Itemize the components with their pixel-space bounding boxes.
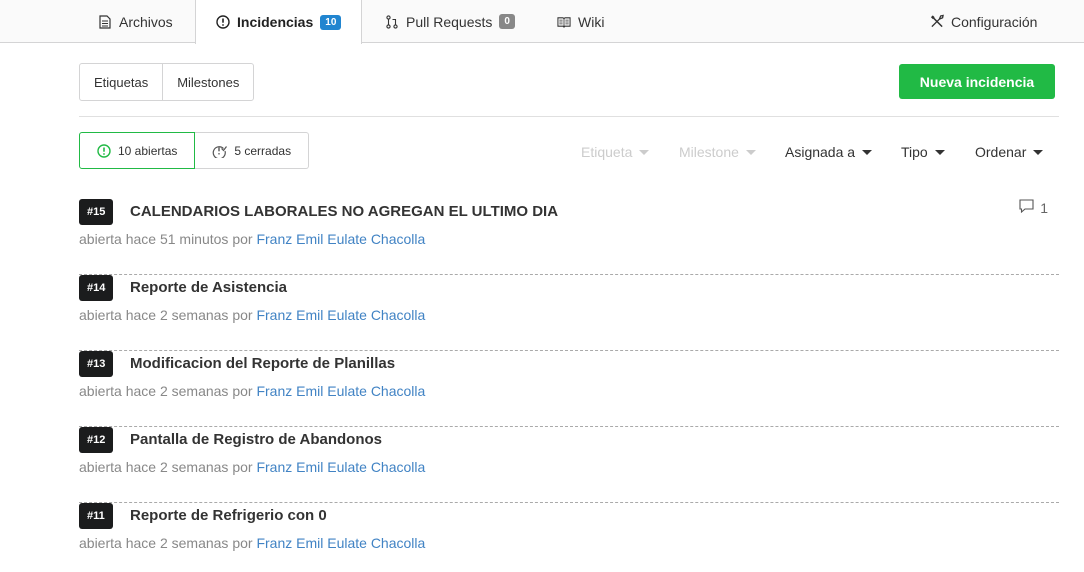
pull-requests-count-badge: 0 [499,14,515,29]
issue-title-link[interactable]: Modificacion del Reporte de Planillas [130,355,395,372]
issue-number-badge: #11 [79,503,113,529]
issue-state-toggle: 10 abiertas 5 cerradas [79,132,310,169]
type-filter-label: Tipo [901,144,928,160]
issue-number-badge: #14 [79,275,114,301]
issue-list-item: #15 CALENDARIOS LABORALES NO AGREGAN EL … [79,199,1059,275]
issue-author-link[interactable]: Franz Emil Eulate Chacolla [256,307,425,323]
tab-wiki-label: Wiki [578,13,605,30]
milestone-filter-dropdown[interactable]: Milestone [679,144,756,160]
tab-files-label: Archivos [119,13,173,30]
issue-number-badge: #15 [79,199,114,225]
issue-meta: abierta hace 2 semanas por Franz Emil Eu… [79,383,425,399]
issue-opened-icon [97,143,111,158]
comments-count-label: 1 [1040,199,1048,216]
issue-author-link[interactable]: Franz Emil Eulate Chacolla [256,459,425,475]
comments-count[interactable]: 1 [1019,199,1048,216]
issue-opened-text: abierta hace 2 semanas por [79,307,253,323]
issue-opened-icon [216,15,230,29]
caret-down-icon [862,149,873,155]
tab-issues[interactable]: Incidencias 10 [195,0,363,44]
issue-opened-text: abierta hace 2 semanas por [79,383,253,399]
sort-dropdown[interactable]: Ordenar [975,144,1044,160]
issue-opened-text: abierta hace 51 minutos por [79,231,253,247]
issue-list-item: #13 Modificacion del Reporte de Planilla… [79,351,1059,427]
issue-opened-text: abierta hace 2 semanas por [79,459,253,475]
milestones-button[interactable]: Milestones [162,64,253,100]
tab-pull-requests-label: Pull Requests [406,13,493,30]
closed-issues-button[interactable]: 5 cerradas [195,132,310,169]
divider [79,116,1059,117]
closed-issues-label: 5 cerradas [234,143,292,158]
assignee-filter-label: Asignada a [785,144,856,160]
milestone-filter-label: Milestone [679,144,739,160]
label-filter-label: Etiqueta [581,144,633,160]
comment-icon [1019,199,1034,216]
issue-title-link[interactable]: CALENDARIOS LABORALES NO AGREGAN EL ULTI… [130,203,558,220]
tab-pull-requests[interactable]: Pull Requests 0 [385,0,515,43]
new-issue-button[interactable]: Nueva incidencia [899,64,1055,99]
tab-settings-label: Configuración [951,13,1038,30]
issue-list-item: #12 Pantalla de Registro de Abandonos ab… [79,427,1059,503]
issues-count-badge: 10 [320,14,342,30]
caret-down-icon [639,149,650,155]
issue-list-item: #11 Reporte de Refrigerio con 0 abierta … [79,503,1059,572]
issue-number-badge: #12 [79,427,114,453]
repo-tab-bar: Archivos Incidencias 10 Pull Requests 0 … [0,0,1084,44]
issue-opened-text: abierta hace 2 semanas por [79,535,253,551]
file-text-icon [98,14,112,29]
issue-author-link[interactable]: Franz Emil Eulate Chacolla [256,535,425,551]
open-issues-label: 10 abiertas [118,143,178,158]
issue-author-link[interactable]: Franz Emil Eulate Chacolla [256,231,425,247]
labels-button[interactable]: Etiquetas [80,64,162,100]
type-filter-dropdown[interactable]: Tipo [901,144,945,160]
tab-issues-label: Incidencias [237,14,314,30]
issue-meta: abierta hace 2 semanas por Franz Emil Eu… [79,307,425,323]
issue-meta: abierta hace 51 minutos por Franz Emil E… [79,231,425,247]
issue-list-item: #14 Reporte de Asistencia abierta hace 2… [79,275,1059,351]
open-issues-button[interactable]: 10 abiertas [79,132,196,169]
labels-milestones-group: Etiquetas Milestones [79,63,255,101]
caret-down-icon [934,149,945,155]
issue-meta: abierta hace 2 semanas por Franz Emil Eu… [79,459,425,475]
caret-down-icon [745,149,756,155]
tab-wiki[interactable]: Wiki [557,0,604,43]
issue-number-badge: #13 [79,351,114,377]
issue-meta: abierta hace 2 semanas por Franz Emil Eu… [79,535,425,551]
git-pull-request-icon [385,14,399,29]
caret-down-icon [1033,149,1044,155]
issue-title-link[interactable]: Reporte de Asistencia [130,279,287,296]
issue-closed-icon [212,144,228,158]
label-filter-dropdown[interactable]: Etiqueta [581,144,650,160]
tab-settings[interactable]: Configuración [930,0,1037,43]
tools-icon [930,14,944,29]
issue-title-link[interactable]: Pantalla de Registro de Abandonos [130,431,382,448]
issue-author-link[interactable]: Franz Emil Eulate Chacolla [256,383,425,399]
assignee-filter-dropdown[interactable]: Asignada a [785,144,873,160]
sort-label: Ordenar [975,144,1027,160]
book-icon [557,15,571,29]
issue-title-link[interactable]: Reporte de Refrigerio con 0 [130,507,327,524]
tab-files[interactable]: Archivos [98,0,173,43]
